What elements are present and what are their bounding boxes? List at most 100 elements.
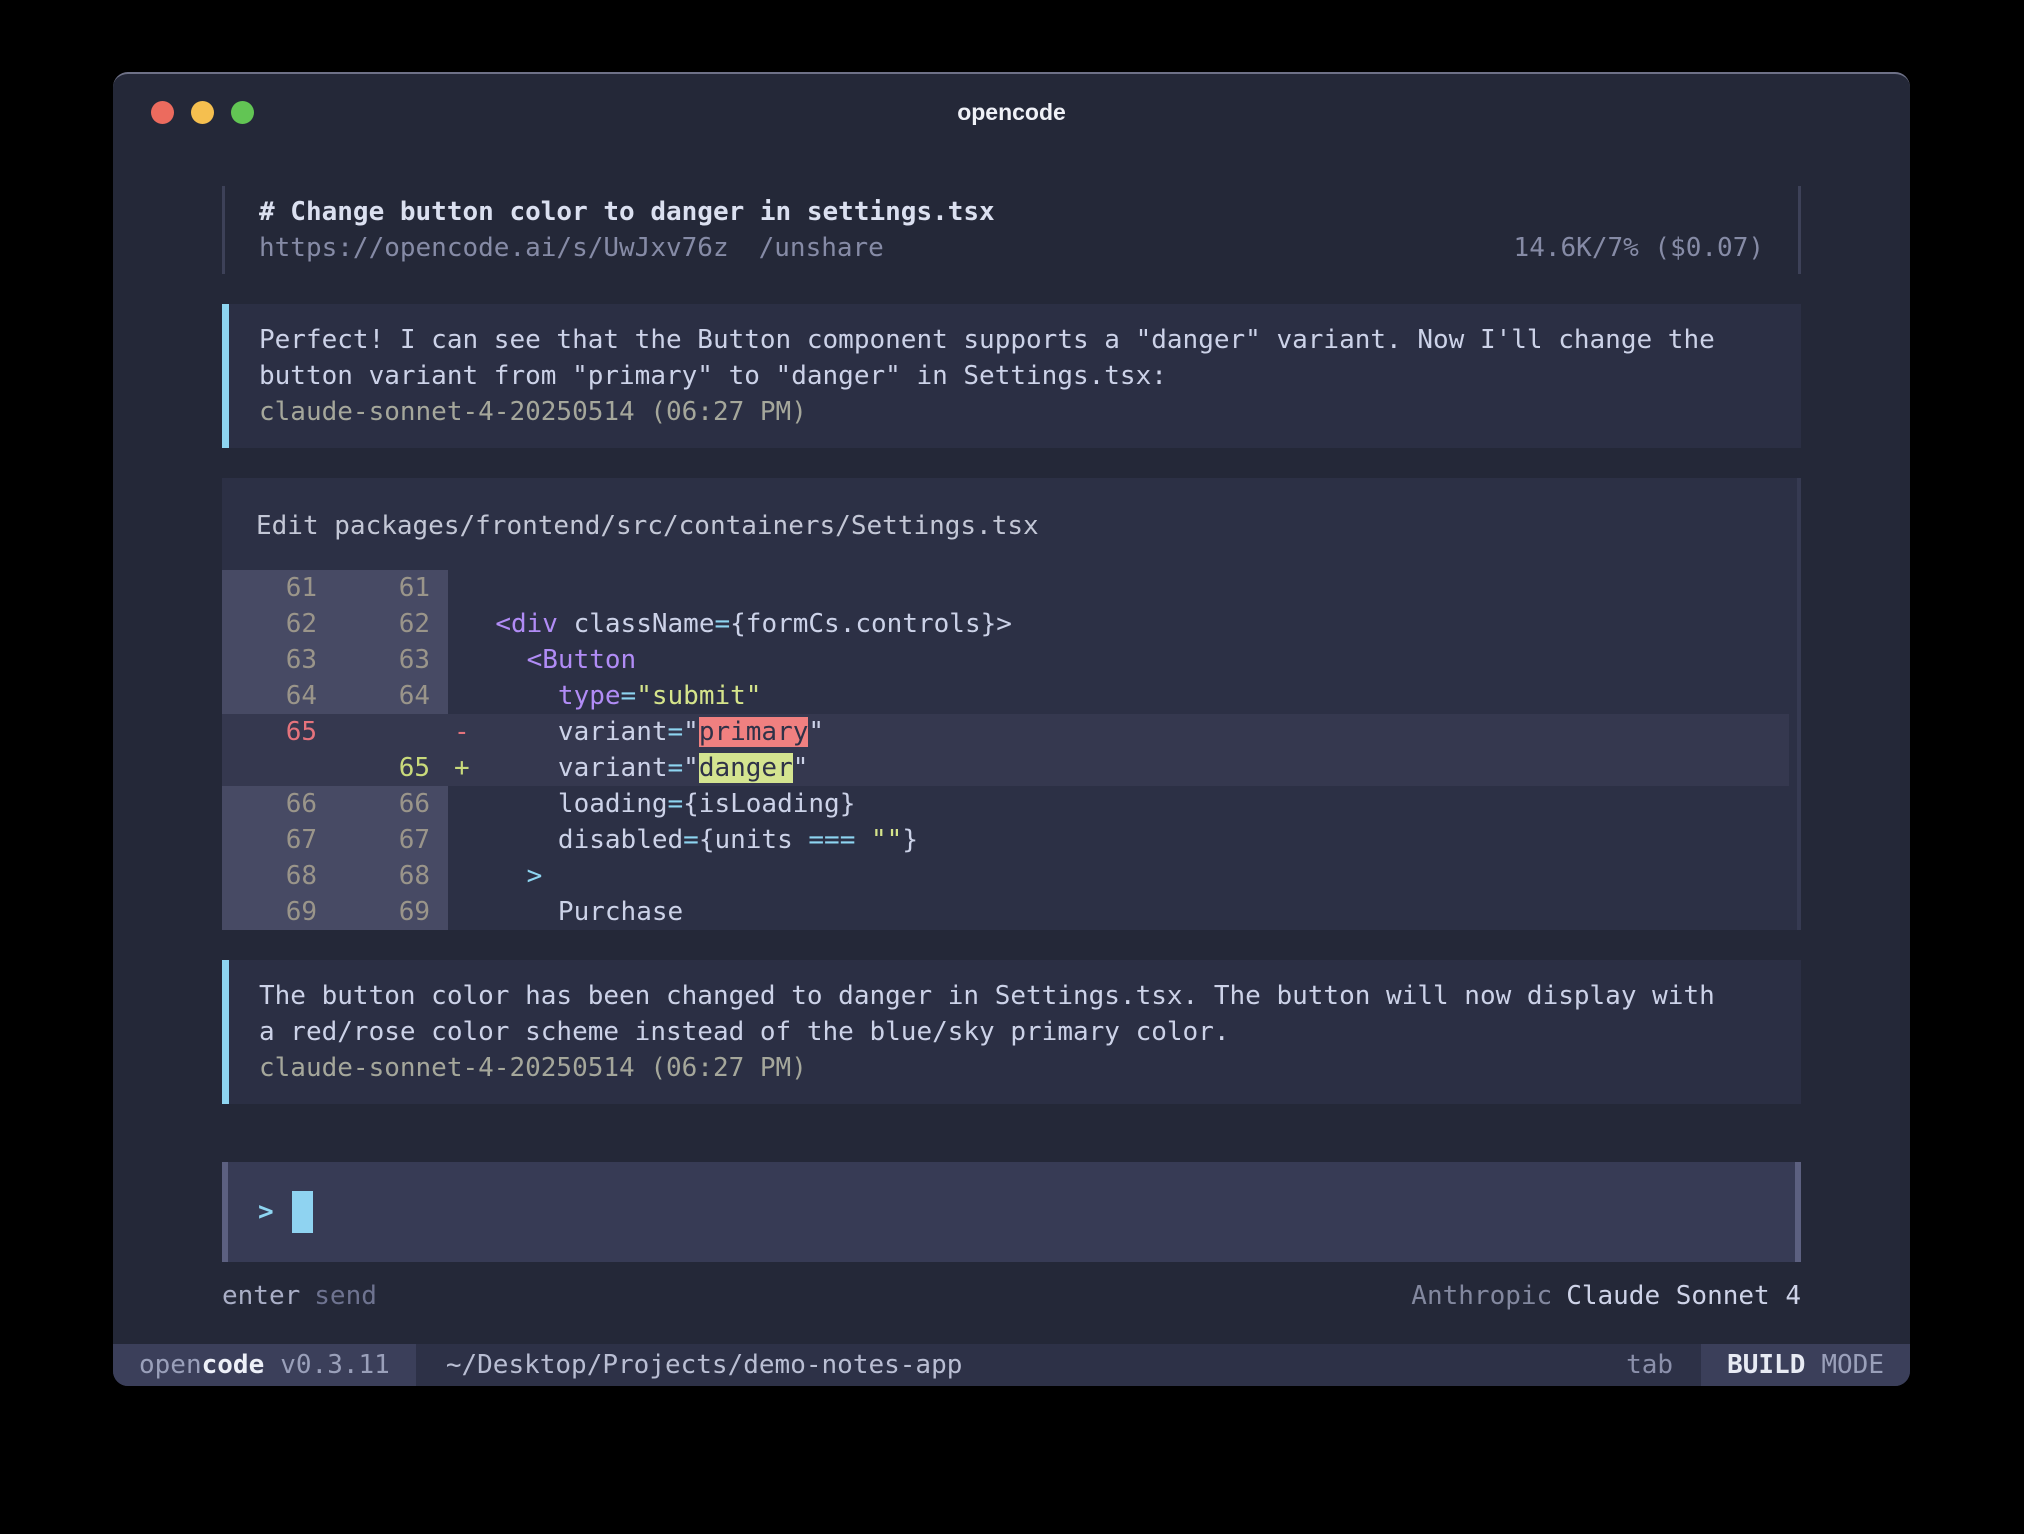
- new-line-number: 62: [335, 606, 448, 642]
- footer-hints: enter send Anthropic Claude Sonnet 4: [222, 1278, 1801, 1314]
- code-token: {units: [699, 825, 809, 855]
- code-line: <Button: [448, 642, 1789, 678]
- tab-key-hint[interactable]: tab: [1626, 1350, 1673, 1380]
- code-token: disabled: [558, 825, 683, 855]
- diff-row: 6464 type="submit": [222, 678, 1789, 714]
- code-token: [464, 717, 558, 747]
- code-token: <div: [495, 609, 558, 639]
- code-token: "submit": [636, 681, 761, 711]
- code-token: [464, 897, 558, 927]
- send-hint: enter send: [222, 1278, 377, 1314]
- message-line: Perfect! I can see that the Button compo…: [259, 322, 1781, 358]
- message-line: button variant from "primary" to "danger…: [259, 358, 1781, 394]
- code-line: >: [448, 858, 1789, 894]
- code-token: <Button: [527, 645, 637, 675]
- old-line-number: 67: [222, 822, 335, 858]
- code-line: loading={isLoading}: [448, 786, 1789, 822]
- new-line-number: 68: [335, 858, 448, 894]
- diff-view: 61616262 <div className={formCs.controls…: [222, 570, 1789, 930]
- context-usage: 14.6K/7% ($0.07): [1514, 230, 1764, 266]
- session-subheader: https://opencode.ai/s/UwJxv76z/unshare 1…: [259, 230, 1764, 266]
- model-indicator: Anthropic Claude Sonnet 4: [1411, 1278, 1801, 1314]
- message-line: a red/rose color scheme instead of the b…: [259, 1014, 1781, 1050]
- share-info: https://opencode.ai/s/UwJxv76z/unshare: [259, 230, 884, 266]
- new-line-number: 65: [335, 750, 448, 786]
- send-action-label: send: [314, 1281, 377, 1311]
- new-line-number: 67: [335, 822, 448, 858]
- traffic-lights: [151, 101, 254, 124]
- model-name: Claude Sonnet 4: [1566, 1281, 1801, 1311]
- text-cursor: [292, 1191, 313, 1233]
- new-line-number: 61: [335, 570, 448, 606]
- code-token: ===: [808, 825, 855, 855]
- code-token: variant: [558, 753, 668, 783]
- code-token: =: [683, 825, 699, 855]
- old-line-number: 63: [222, 642, 335, 678]
- deletion-marker: -: [454, 714, 470, 750]
- code-token: [464, 681, 558, 711]
- diff-row: 6767 disabled={units === ""}: [222, 822, 1789, 858]
- provider-name: Anthropic: [1411, 1281, 1552, 1311]
- code-token: ": [793, 753, 809, 783]
- prompt-symbol: >: [258, 1194, 274, 1230]
- old-line-number: 61: [222, 570, 335, 606]
- share-url[interactable]: https://opencode.ai/s/UwJxv76z: [259, 233, 729, 263]
- code-line: Purchase: [448, 894, 1789, 930]
- new-line-number: [335, 714, 448, 750]
- old-line-number: 65: [222, 714, 335, 750]
- app-name-suffix: code: [202, 1350, 265, 1380]
- message-model-meta: claude-sonnet-4-20250514 (06:27 PM): [259, 1050, 1781, 1086]
- opencode-terminal-window: opencode # Change button color to danger…: [113, 72, 1910, 1386]
- minimize-button[interactable]: [191, 101, 214, 124]
- new-line-number: 63: [335, 642, 448, 678]
- working-directory: ~/Desktop/Projects/demo-notes-app: [446, 1350, 963, 1380]
- close-button[interactable]: [151, 101, 174, 124]
- new-line-number: 64: [335, 678, 448, 714]
- code-line: type="submit": [448, 678, 1789, 714]
- code-token: ": [683, 753, 699, 783]
- code-token: "": [871, 825, 902, 855]
- prompt-input[interactable]: >: [222, 1162, 1801, 1262]
- code-token: {formCs.controls}>: [730, 609, 1012, 639]
- code-token: type: [558, 681, 621, 711]
- enter-key-hint: enter: [222, 1281, 300, 1311]
- diff-row: 6161: [222, 570, 1789, 606]
- old-line-number: 62: [222, 606, 335, 642]
- code-token: ": [683, 717, 699, 747]
- code-token: [464, 609, 495, 639]
- code-token: className: [558, 609, 715, 639]
- diff-row: 6666 loading={isLoading}: [222, 786, 1789, 822]
- diff-row: 6363 <Button: [222, 642, 1789, 678]
- assistant-message: The button color has been changed to dan…: [222, 960, 1801, 1104]
- diff-row: 65- variant="primary": [222, 714, 1789, 750]
- session-header: # Change button color to danger in setti…: [222, 186, 1801, 274]
- session-title: # Change button color to danger in setti…: [259, 194, 1764, 230]
- code-token: =: [714, 609, 730, 639]
- unshare-command[interactable]: /unshare: [759, 233, 884, 263]
- diff-row: 6262 <div className={formCs.controls}>: [222, 606, 1789, 642]
- mode-name: BUILD: [1727, 1350, 1805, 1380]
- window-title: opencode: [957, 99, 1066, 126]
- code-token: primary: [699, 717, 809, 747]
- code-token: variant: [558, 717, 668, 747]
- old-line-number: 69: [222, 894, 335, 930]
- mode-chip: BUILD MODE: [1701, 1344, 1910, 1386]
- code-token: Purchase: [558, 897, 683, 927]
- diff-row: 65+ variant="danger": [222, 750, 1789, 786]
- code-token: {isLoading}: [683, 789, 855, 819]
- code-token: [464, 825, 558, 855]
- mode-label: MODE: [1821, 1350, 1884, 1380]
- assistant-message: Perfect! I can see that the Button compo…: [222, 304, 1801, 448]
- code-line: <div className={formCs.controls}>: [448, 606, 1789, 642]
- app-version-chip: opencodev0.3.11: [113, 1344, 416, 1386]
- diff-row: 6868 >: [222, 858, 1789, 894]
- code-token: =: [668, 753, 684, 783]
- message-model-meta: claude-sonnet-4-20250514 (06:27 PM): [259, 394, 1781, 430]
- code-token: [464, 645, 527, 675]
- addition-marker: +: [454, 750, 470, 786]
- new-line-number: 69: [335, 894, 448, 930]
- code-token: =: [668, 789, 684, 819]
- zoom-button[interactable]: [231, 101, 254, 124]
- edit-tool-title: Edit packages/frontend/src/containers/Se…: [222, 478, 1797, 570]
- window-titlebar: opencode: [113, 74, 1910, 150]
